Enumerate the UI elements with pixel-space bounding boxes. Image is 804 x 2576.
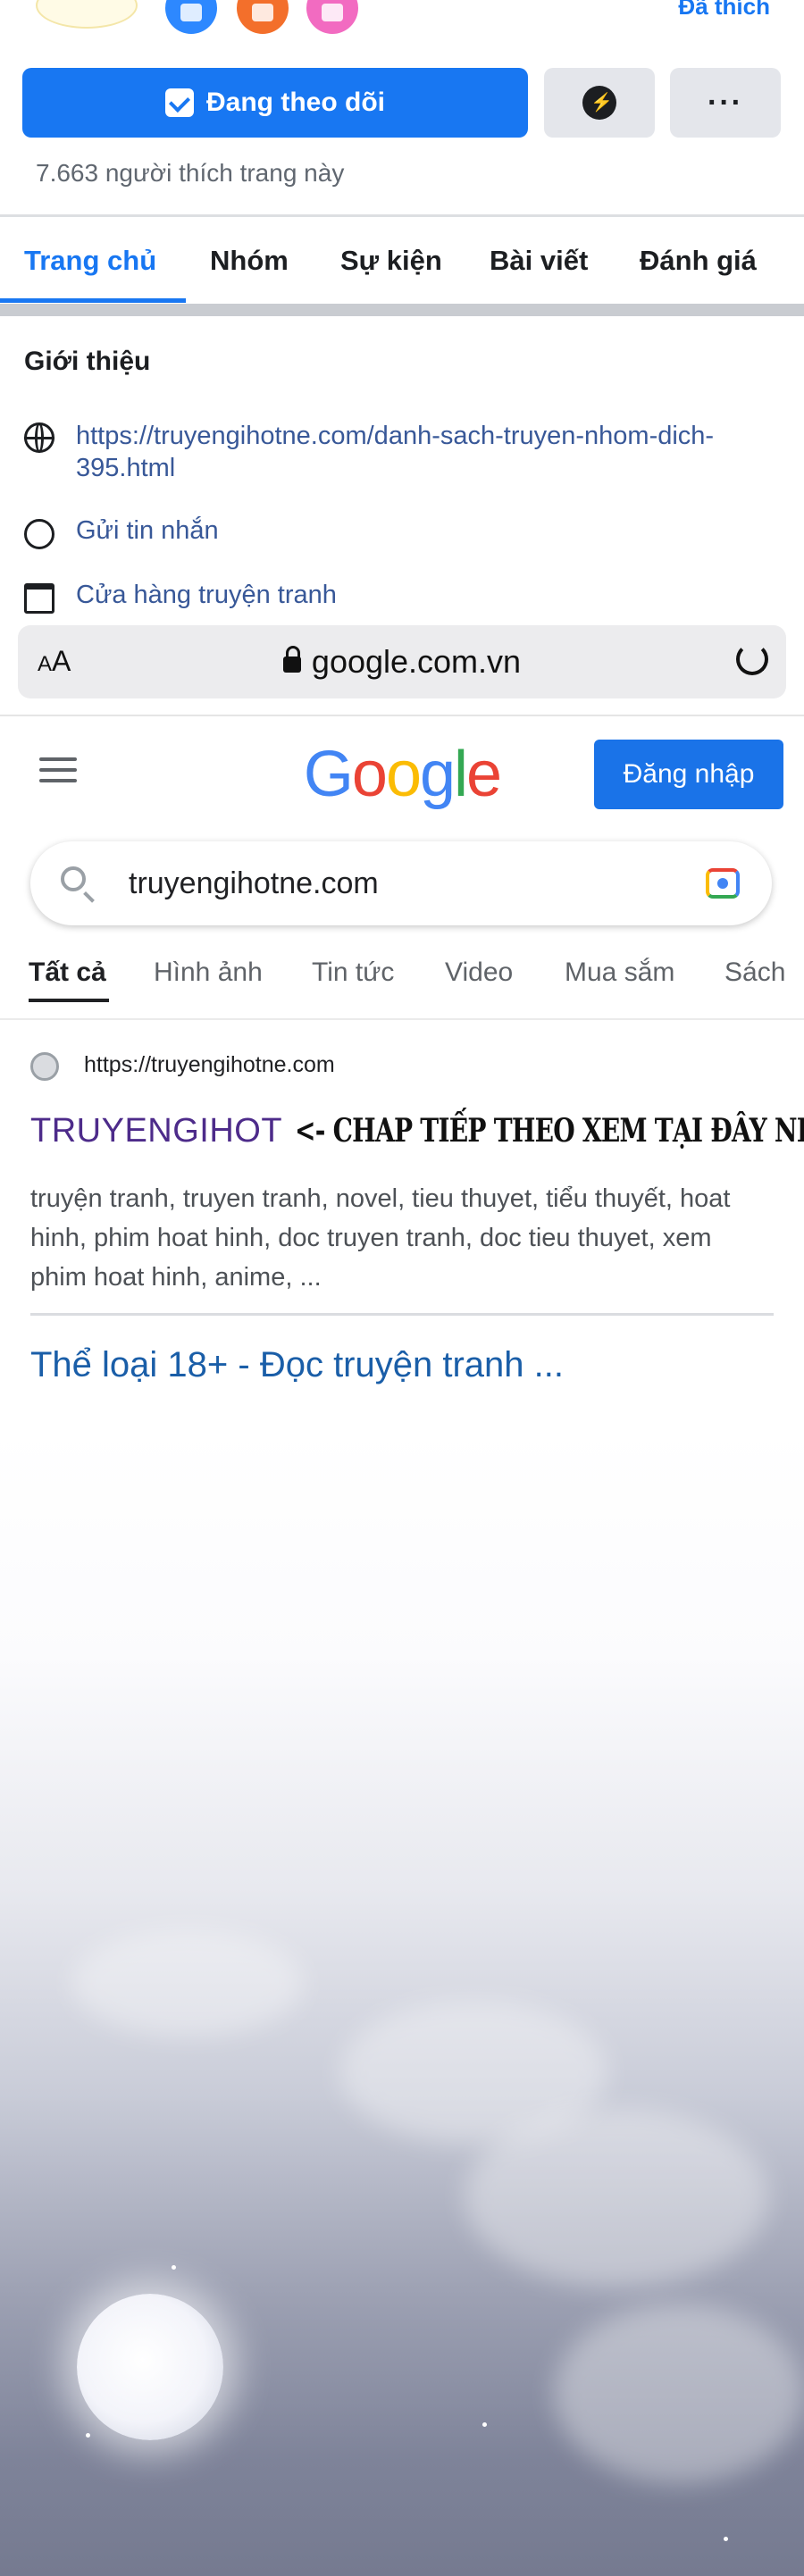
messenger-button[interactable] (544, 68, 655, 138)
blue-badge-icon[interactable] (165, 0, 217, 34)
reload-icon[interactable] (736, 643, 768, 675)
search-icon (61, 866, 86, 891)
search-tabs: Tất cả Hình ảnh Tin tức Video Mua sắm Sá… (0, 952, 804, 1006)
intro-title: Giới thiệu (24, 347, 151, 376)
top-icon-strip: Đã thích (0, 0, 804, 39)
google-lens-icon[interactable] (706, 868, 740, 899)
sign-in-button[interactable]: Đăng nhập (594, 740, 783, 809)
star (172, 2265, 176, 2270)
tab-home[interactable]: Trang chủ (24, 245, 156, 277)
send-message-row[interactable]: Gửi tin nhắn (24, 516, 219, 549)
shop-icon (24, 583, 54, 614)
tab-images[interactable]: Hình ảnh (154, 958, 263, 988)
tab-events[interactable]: Sự kiện (340, 245, 442, 277)
shop-link[interactable]: Cửa hàng truyện tranh (76, 581, 337, 610)
check-icon (165, 88, 194, 117)
lock-icon (282, 646, 301, 673)
moon (77, 2294, 223, 2440)
messenger-icon (24, 519, 54, 549)
tab-reviews[interactable]: Đánh giá (640, 245, 757, 277)
section-divider (0, 304, 804, 316)
globe-icon (24, 422, 54, 453)
star (482, 2422, 487, 2427)
browser-address-bar[interactable]: AAAA google.com.vn (18, 625, 786, 698)
cloud (554, 2304, 804, 2483)
tab-news[interactable]: Tin tức (312, 958, 394, 988)
active-tab-indicator (29, 999, 109, 1002)
following-button-label: Đang theo dõi (206, 88, 385, 117)
following-button[interactable]: Đang theo dõi (22, 68, 528, 138)
overlay-caption: <- CHAP TIẾP THEO XEM TẠI ĐÂY NHA (295, 1112, 804, 1150)
address-field[interactable]: google.com.vn (18, 643, 786, 681)
star (86, 2433, 90, 2438)
star (724, 2537, 728, 2541)
divider (0, 1018, 804, 1020)
page-tabs: Trang chủ Nhóm Sự kiện Bài viết Đánh giá (0, 220, 804, 303)
search-box[interactable]: truyengihotne.com (30, 841, 772, 925)
active-tab-indicator (0, 298, 186, 303)
liked-label[interactable]: Đã thích (678, 0, 770, 21)
page-likes-count: 7.663 người thích trang này (36, 159, 345, 187)
result-divider (30, 1313, 774, 1316)
facebook-page-section: Đã thích Đang theo dõi ··· 7.663 người t… (0, 0, 804, 625)
cloud (71, 1929, 304, 2037)
page-avatar[interactable] (36, 0, 138, 29)
website-link-row[interactable]: https://truyengihotne.com/danh-sach-truy… (24, 420, 739, 484)
result-url[interactable]: https://truyengihotne.com (84, 1052, 335, 1078)
tab-posts[interactable]: Bài viết (490, 245, 588, 277)
ellipsis-icon: ··· (708, 85, 743, 120)
divider (0, 214, 804, 217)
tab-video[interactable]: Video (445, 958, 513, 988)
address-text: google.com.vn (311, 643, 522, 680)
cloud (465, 2108, 768, 2287)
tab-all[interactable]: Tất cả (29, 958, 106, 988)
messenger-icon (582, 86, 616, 120)
pink-badge-icon[interactable] (306, 0, 358, 34)
orange-badge-icon[interactable] (237, 0, 289, 34)
tab-shopping[interactable]: Mua sắm (565, 958, 674, 988)
website-link[interactable]: https://truyengihotne.com/danh-sach-truy… (76, 420, 739, 484)
tab-books[interactable]: Sách (724, 958, 785, 988)
send-message-link[interactable]: Gửi tin nhắn (76, 516, 219, 546)
result2-title-link[interactable]: Thể loại 18+ - Đọc truyện tranh ... (30, 1345, 564, 1385)
divider (0, 715, 804, 716)
site-favicon (30, 1052, 59, 1081)
result-description: truyện tranh, truyen tranh, novel, tieu … (30, 1184, 731, 1292)
result-title-link[interactable]: TRUYENGIHOT (30, 1112, 282, 1150)
tab-groups[interactable]: Nhóm (210, 245, 289, 277)
search-input[interactable]: truyengihotne.com (129, 866, 379, 901)
more-options-button[interactable]: ··· (670, 68, 781, 138)
shop-row[interactable]: Cửa hàng truyện tranh (24, 581, 337, 614)
